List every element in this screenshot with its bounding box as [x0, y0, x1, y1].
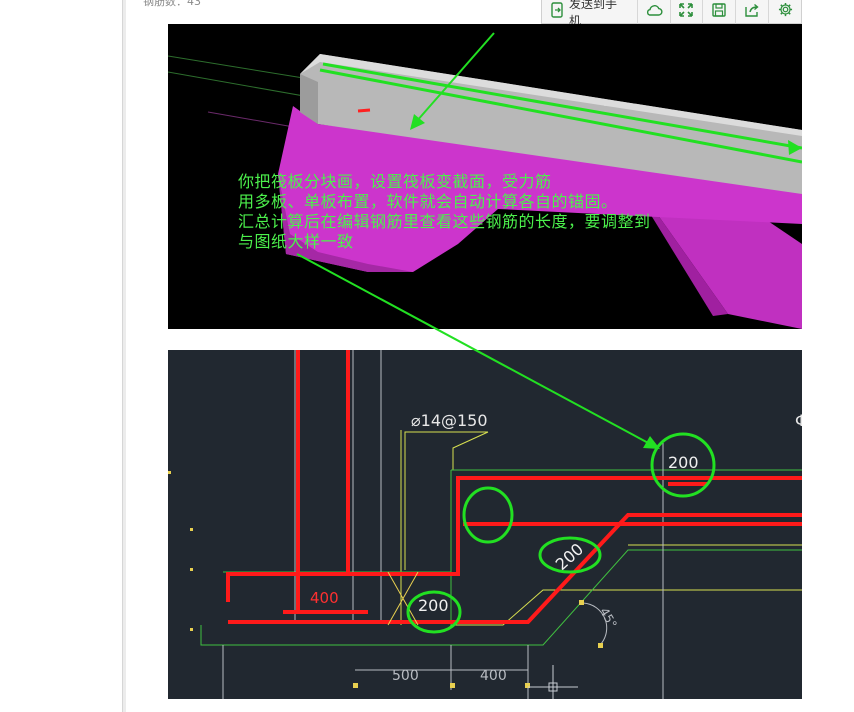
annotation-line: 用多板、单板布置，软件就会自动计算各自的锚固。: [238, 192, 618, 211]
dim-200-label-top: 200: [668, 453, 699, 472]
dim-400-label: 400: [480, 668, 507, 684]
raft-cad-detail-image: ⌀14@150 400 200 200 200 500 400 45° Φ: [168, 350, 802, 699]
settings-button[interactable]: [769, 0, 801, 24]
rebar-spec-label: ⌀14@150: [411, 411, 488, 430]
annotation-line: 你把筏板分块画，设置筏板变截面，受力筋: [238, 172, 552, 191]
dim-200-label-diagonal: 200: [552, 539, 587, 574]
annotation-line: 与图纸大样一致: [238, 232, 354, 251]
send-to-phone-button[interactable]: 发送到手机: [542, 0, 638, 28]
save-icon: [712, 2, 727, 21]
left-sidebar-pane: [0, 0, 126, 712]
cut-off-header-text: 钢筋数：43: [143, 0, 201, 8]
angle-label: 45°: [597, 605, 620, 630]
phone-send-icon: [550, 2, 569, 21]
fullscreen-button[interactable]: [671, 0, 704, 24]
dim-500-label: 500: [392, 668, 419, 684]
fullscreen-icon: [679, 2, 694, 21]
dim-200-label-bottom: 200: [418, 596, 449, 615]
share-icon: [744, 2, 760, 21]
annotation-line: 汇总计算后在编辑钢筋里查看这些钢筋的长度，要调整到: [238, 212, 651, 231]
image-toolbar: 发送到手机: [541, 0, 802, 28]
cloud-button[interactable]: [638, 0, 671, 24]
cloud-icon: [645, 2, 663, 21]
dim-400-red-label: 400: [310, 589, 339, 607]
save-button[interactable]: [703, 0, 737, 24]
annotation-text-block: 你把筏板分块画，设置筏板变截面，受力筋 用多板、单板布置，软件就会自动计算各自的锚…: [238, 172, 651, 252]
settings-icon: [778, 2, 793, 21]
svg-text:Φ: Φ: [795, 411, 802, 430]
share-button[interactable]: [736, 0, 770, 24]
raft-cad-drawing: ⌀14@150 400 200 200 200 500 400 45° Φ: [168, 350, 802, 699]
